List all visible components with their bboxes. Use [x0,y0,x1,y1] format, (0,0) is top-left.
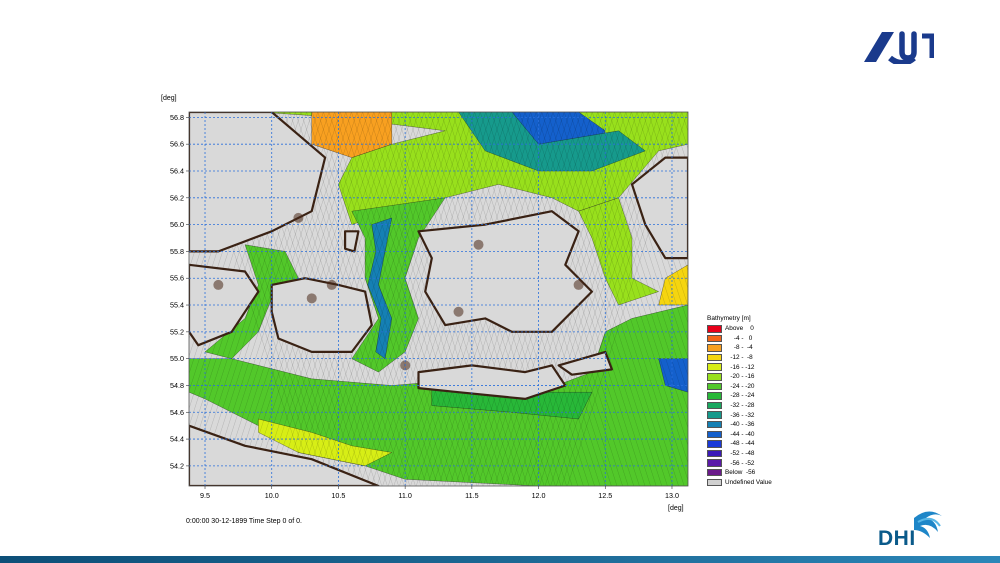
legend-swatch [707,392,722,400]
coastal-fringe-1 [326,279,337,290]
y-tick-label: 54.4 [170,435,184,444]
y-tick-label: 54.8 [170,381,184,390]
legend-entry: -52 - -48 [707,449,797,459]
coastal-fringe-5 [293,212,304,223]
y-tick-label: 55.4 [170,301,184,310]
y-tick-label: 55.2 [170,327,184,336]
y-tick-label: 54.6 [170,408,184,417]
legend-swatch [707,411,722,419]
legend-entry: -4 - 0 [707,334,797,344]
legend-swatch [707,344,722,352]
legend-entry: -48 - -44 [707,439,797,449]
legend-label: -44 - -40 [725,430,755,438]
legend-swatch [707,440,722,448]
legend-title: Bathymetry [m] [707,315,751,322]
land-zealand [417,210,594,333]
x-tick-label: 11.0 [398,491,411,500]
y-tick-label: 54.2 [170,461,184,470]
x-tick-label: 9.5 [200,491,210,500]
legend-label: -16 - -12 [725,363,755,371]
legend-swatch [707,382,722,391]
x-tick-label: 11.5 [465,491,478,500]
bathymetry-legend: Bathymetry [m] Above 0 -4 - 0 -8 - -4 -1… [707,313,797,487]
y-tick-label: 55.6 [170,274,184,283]
legend-entry: Undefined Value [707,478,797,488]
legend-swatch [707,478,722,487]
legend-label: Below -56 [725,469,756,477]
legend-label: -4 - 0 [725,334,753,342]
legend-label: -8 - -4 [725,344,753,352]
legend-entry: -40 - -36 [707,420,797,430]
legend-entry: Below -56 [707,468,797,478]
legend-entry: -32 - -28 [707,401,797,411]
coastal-fringe-0 [306,293,317,304]
legend-swatch [707,420,722,429]
y-tick-label: 55.0 [170,354,184,363]
land-funen [270,277,373,353]
legend-label: Undefined Value [725,478,772,486]
y-tick-label: 56.4 [170,166,184,175]
legend-label: -28 - -24 [725,392,755,400]
legend-entry: -20 - -16 [707,372,797,382]
legend-label: -12 - -8 [725,354,753,362]
x-tick-label: 10.5 [331,491,345,500]
footer-bar [0,556,1000,563]
x-tick-label: 12.5 [598,491,612,500]
legend-entry: -56 - -52 [707,458,797,468]
time-step-status: 0:00:00 30-12-1899 Time Step 0 of 0. [186,518,302,525]
legend-entry: -28 - -24 [707,391,797,401]
dhi-logo-text: DHI [878,527,916,550]
x-axis-unit: [deg] [668,505,684,512]
legend-swatch [707,401,722,410]
y-tick-label: 55.8 [170,247,184,256]
legend-label: -48 - -44 [725,440,755,448]
coastal-fringe-2 [453,306,464,317]
coastal-fringe-6 [213,279,224,290]
legend-label: -56 - -52 [725,459,755,467]
legend-swatch [707,334,722,343]
x-tick-label: 10.0 [265,491,279,500]
coastal-fringe-7 [573,279,584,290]
legend-entry: -44 - -40 [707,430,797,440]
legend-entry: -36 - -32 [707,410,797,420]
legend-entry: Above 0 [707,324,797,334]
legend-label: Above 0 [725,325,754,333]
legend-swatch [707,430,722,439]
legend-swatch [707,449,722,458]
y-tick-label: 56.8 [170,113,184,122]
legend-swatch [707,373,722,381]
x-tick-label: 13.0 [665,491,679,500]
y-axis-unit: [deg] [161,95,177,102]
legend-label: -32 - -28 [725,402,755,410]
legend-label: -40 - -36 [725,421,755,429]
bathymetry-chart: 9.5 10.0 10.5 11.0 11.5 12.0 12.5 13.0 56.8 56.6 5… [170,111,689,500]
legend-entry: -12 - -8 [707,353,797,363]
aarhus-university-logo [864,31,934,64]
legend-swatch [707,468,722,477]
legend-entry: -16 - -12 [707,362,797,372]
legend-label: -24 - -20 [725,382,755,390]
legend-swatch [707,363,722,371]
y-tick-label: 56.6 [170,140,184,149]
legend-swatch [707,459,722,467]
legend-entry: -8 - -4 [707,343,797,353]
x-tick-label: 12.0 [532,491,546,500]
legend-label: -52 - -48 [725,450,755,458]
legend-swatch [707,325,722,333]
y-tick-label: 56.2 [170,193,184,202]
legend-entry: -24 - -20 [707,382,797,392]
legend-swatch [707,353,722,362]
legend-label: -36 - -32 [725,411,755,419]
legend-label: -20 - -16 [725,373,755,381]
coastal-fringe-3 [473,239,484,250]
y-tick-label: 56.0 [170,220,184,229]
